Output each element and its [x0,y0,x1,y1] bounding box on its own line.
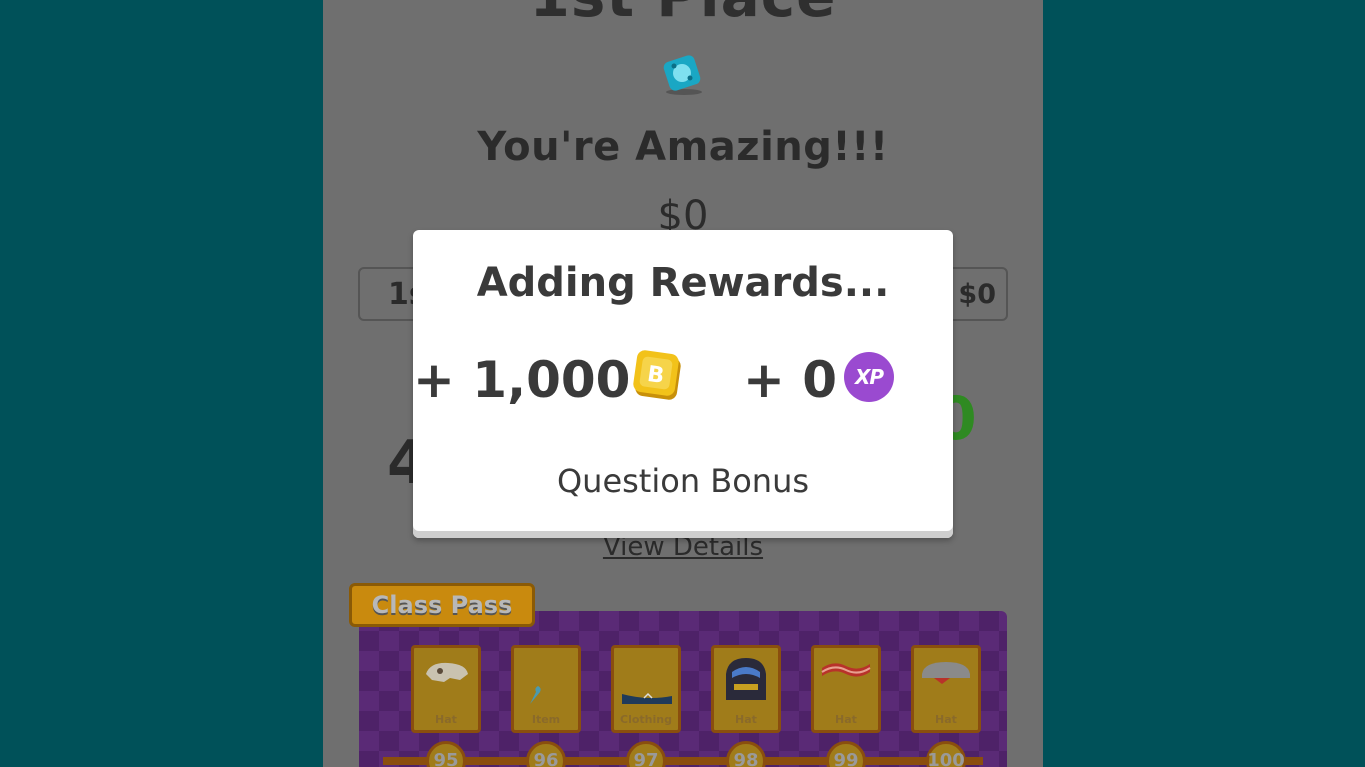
modal-caption: Question Bonus [556,462,810,500]
level-badge: 97 [626,741,666,767]
xp-badge-icon: XP [844,352,894,402]
level-track [383,757,983,765]
rewards-modal: Adding Rewards... + 1,000 B + 0 XP Quest… [413,230,953,538]
modal-title: Adding Rewards... [476,260,890,306]
reward-type: Hat [435,713,457,726]
reward-type: Hat [735,713,757,726]
class-pass-area: Hat Item Clothing Hat Hat Hat 95 96 97 9… [359,611,1007,767]
reward-card[interactable]: Hat [411,645,481,733]
reward-type: Item [531,713,561,726]
token-coin-icon: B [633,350,681,400]
clothing-icon [622,692,672,704]
reward-card[interactable]: Hat [911,645,981,733]
tokens-amount: + 1,000 [413,351,631,409]
reward-type: Hat [835,713,857,726]
reward-card[interactable]: Item [511,645,581,733]
level-badge: 99 [826,741,866,767]
xp-amount: + 0 [743,351,838,409]
grey-hat-icon [922,662,970,684]
reward-type: Hat [935,713,957,726]
level-badge: 95 [426,741,466,767]
blook-avatar-icon [663,55,702,95]
money-box-text: $0 [958,278,996,310]
svg-text:B: B [646,362,666,389]
level-badge: 98 [726,741,766,767]
class-pass-tab[interactable]: Class Pass [349,583,535,627]
reward-type: Clothing [620,713,672,726]
bacon-hat-icon [821,663,871,677]
helmet-hat-icon [726,658,766,700]
feather-item-icon [530,686,541,704]
reward-card[interactable]: Hat [711,645,781,733]
level-badge: 96 [526,741,566,767]
level-badge: 100 [926,741,966,767]
reward-card[interactable]: Clothing [611,645,681,733]
reward-card[interactable]: Hat [811,645,881,733]
place-title: 1st Place [323,0,1043,30]
skull-hat-icon [426,662,468,682]
headline-text: You're Amazing!!! [477,124,889,170]
